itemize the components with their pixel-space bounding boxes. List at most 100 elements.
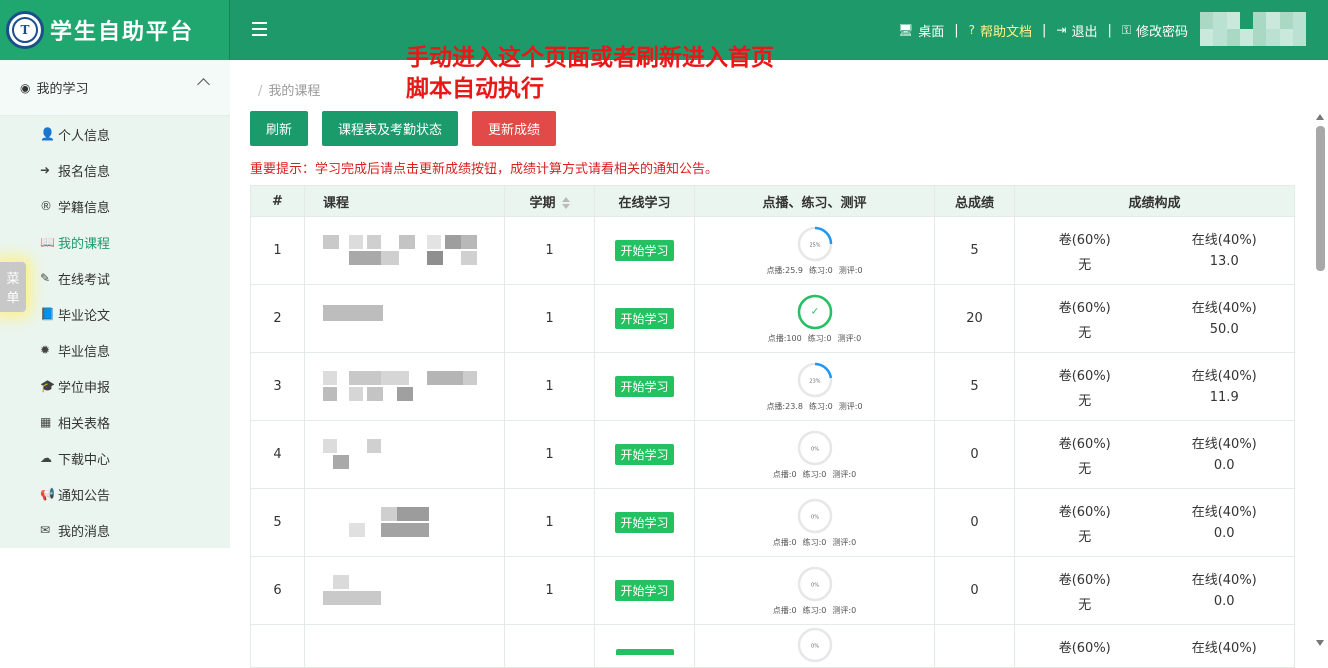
sidebar-item[interactable]: ☁ 下载中心 [0, 440, 230, 476]
start-learning-button[interactable]: 开始学习 [615, 444, 674, 465]
col-header-index: # [250, 185, 305, 217]
table-row: 0% 卷(60%) 在线(40%) [250, 624, 1295, 668]
vod-value: 点播:0 [772, 469, 797, 479]
sidebar-item[interactable]: ✎ 在线考试 [0, 260, 230, 296]
change-password-link[interactable]: ⚿ 修改密码 [1122, 21, 1188, 40]
start-learning-button[interactable] [615, 649, 674, 655]
vod-value: 点播:100 [767, 333, 802, 343]
cell-total: 20 [934, 284, 1015, 353]
schedule-button[interactable]: 课程表及考勤状态 [322, 111, 459, 146]
test-value: 测评:0 [838, 265, 863, 275]
sidebar-item[interactable]: 📘 毕业论文 [0, 296, 230, 332]
sidebar-item[interactable]: 📖 我的课程 [0, 224, 230, 260]
cell-index: 2 [250, 284, 305, 353]
exam-score: 无 [1078, 325, 1092, 341]
table-row: 1 1 开始学习 25% 点播:25.9 练习:0 测评:0 5 卷(60%) 在线… [250, 216, 1295, 285]
cell-composition: 卷(60%) 在线(40%) 无 0.0 [1014, 420, 1295, 489]
practice-value: 练习:0 [808, 401, 833, 411]
sidebar: ◉ 我的学习 👤 个人信息 ➜ 报名信息 ® 学籍信息 📖 我的课程 ✎ 在线考试 📘 毕业论文 ✹ 毕业… [0, 60, 230, 652]
progress-ring: ✓ [797, 294, 832, 329]
course-table: # 课程 学期 在线学习 点播、练习、测评 总成绩 成绩构成 1 1 开始学习 … [250, 185, 1295, 668]
exam-weight-label: 卷(60%) [1058, 504, 1111, 520]
test-value: 测评:0 [832, 469, 857, 479]
refresh-button[interactable]: 刷新 [250, 111, 309, 146]
sidebar-item[interactable]: ® 学籍信息 [0, 188, 230, 224]
scroll-down-arrow-icon[interactable] [1316, 640, 1324, 646]
col-header-course: 课程 [304, 185, 505, 217]
sidebar-menu: 👤 个人信息 ➜ 报名信息 ® 学籍信息 📖 我的课程 ✎ 在线考试 📘 毕业论文 ✹ 毕业信息 🎓 学位申报… [0, 116, 230, 548]
desktop-link[interactable]: 🖥 桌面 [898, 21, 944, 40]
vod-value: 点播:23.8 [766, 401, 803, 411]
progress-percent-label: 0% [811, 514, 819, 520]
start-learning-button[interactable]: 开始学习 [615, 240, 674, 261]
online-weight-label: 在线(40%) [1191, 504, 1257, 520]
help-link[interactable]: ? 帮助文档 [969, 21, 1032, 40]
cell-progress: 0% 点播:0 练习:0 测评:0 [694, 488, 935, 557]
change-password-label: 修改密码 [1135, 24, 1188, 40]
scrollbar-thumb[interactable] [1316, 126, 1325, 271]
sidebar-item[interactable]: 👤 个人信息 [0, 116, 230, 152]
course-name-redacted [323, 503, 504, 543]
menu-toggle-icon[interactable] [252, 22, 267, 36]
sidebar-item[interactable]: ➜ 报名信息 [0, 152, 230, 188]
start-learning-button[interactable]: 开始学习 [615, 376, 674, 397]
scrollbar[interactable] [1312, 60, 1328, 652]
table-row: 4 1 开始学习 0% 点播:0 练习:0 测评:0 0 卷(60%) 在线(40%… [250, 420, 1295, 489]
test-value: 测评:0 [832, 605, 857, 615]
scroll-up-arrow-icon[interactable] [1316, 114, 1324, 120]
progress-ring: 0% [797, 627, 832, 663]
side-menu-tab[interactable]: 菜 单 [0, 262, 26, 312]
start-learning-button[interactable]: 开始学习 [615, 308, 674, 329]
col-header-term[interactable]: 学期 [504, 185, 595, 217]
sort-icon[interactable] [561, 197, 570, 209]
sidebar-item-label: 毕业信息 [58, 344, 111, 360]
nav-separator: | [954, 22, 959, 38]
breadcrumb: / 我的课程 [258, 84, 321, 99]
col-header-composition: 成绩构成 [1014, 185, 1295, 217]
course-name-redacted [323, 231, 504, 271]
progress-details: 点播:100 练习:0 测评:0 [765, 333, 865, 344]
progress-percent-label: 23% [809, 378, 820, 384]
logo: T [6, 11, 44, 49]
sidebar-item-label: 个人信息 [58, 128, 111, 144]
vod-value: 点播:25.9 [766, 265, 803, 275]
sidebar-item[interactable]: 🎓 学位申报 [0, 368, 230, 404]
cell-total [934, 624, 1015, 668]
sidebar-item[interactable]: ▦ 相关表格 [0, 404, 230, 440]
course-name-redacted [323, 367, 504, 407]
sidebar-item[interactable]: 📢 通知公告 [0, 476, 230, 512]
sign-out-icon: ⇥ [1056, 23, 1067, 37]
exam-score: 无 [1078, 257, 1092, 273]
cell-course [304, 284, 505, 353]
sidebar-item[interactable]: ✹ 毕业信息 [0, 332, 230, 368]
practice-value: 练习:0 [808, 265, 833, 275]
sidebar-item-label: 我的消息 [58, 524, 111, 540]
cell-online: 开始学习 [594, 284, 695, 353]
logout-link[interactable]: ⇥ 退出 [1056, 21, 1097, 40]
logo-mark: T [12, 17, 38, 43]
sidebar-item[interactable]: ✉ 我的消息 [0, 512, 230, 548]
cell-total: 5 [934, 352, 1015, 421]
start-learning-button[interactable]: 开始学习 [615, 512, 674, 533]
online-weight-label: 在线(40%) [1191, 572, 1257, 588]
user-avatar[interactable] [1200, 12, 1306, 46]
cell-progress: 25% 点播:25.9 练习:0 测评:0 [694, 216, 935, 285]
exam-weight-label: 卷(60%) [1058, 436, 1111, 452]
cell-progress: 23% 点播:23.8 练习:0 测评:0 [694, 352, 935, 421]
sidebar-item-label: 我的课程 [58, 236, 111, 252]
table-row: 3 1 开始学习 23% 点播:23.8 练习:0 测评:0 5 卷(60%) 在线… [250, 352, 1295, 421]
table-icon: ▦ [40, 415, 52, 429]
cell-progress: 0% 点播:0 练习:0 测评:0 [694, 420, 935, 489]
online-score: 11.9 [1209, 389, 1239, 405]
help-label: 帮助文档 [979, 24, 1032, 40]
table-row: 5 1 开始学习 0% 点播:0 练习:0 测评:0 0 卷(60%) 在线(40%… [250, 488, 1295, 557]
update-scores-button[interactable]: 更新成绩 [472, 111, 557, 146]
pencil-icon: ✎ [40, 271, 51, 285]
cell-course [304, 420, 505, 489]
cloud-download-icon: ☁ [40, 451, 52, 465]
cell-term: 1 [504, 216, 595, 285]
key-icon: ⚿ [1121, 23, 1131, 37]
sidebar-section-my-study[interactable]: ◉ 我的学习 [0, 60, 230, 116]
start-learning-button[interactable]: 开始学习 [615, 580, 674, 601]
side-tab-char: 单 [6, 291, 20, 306]
